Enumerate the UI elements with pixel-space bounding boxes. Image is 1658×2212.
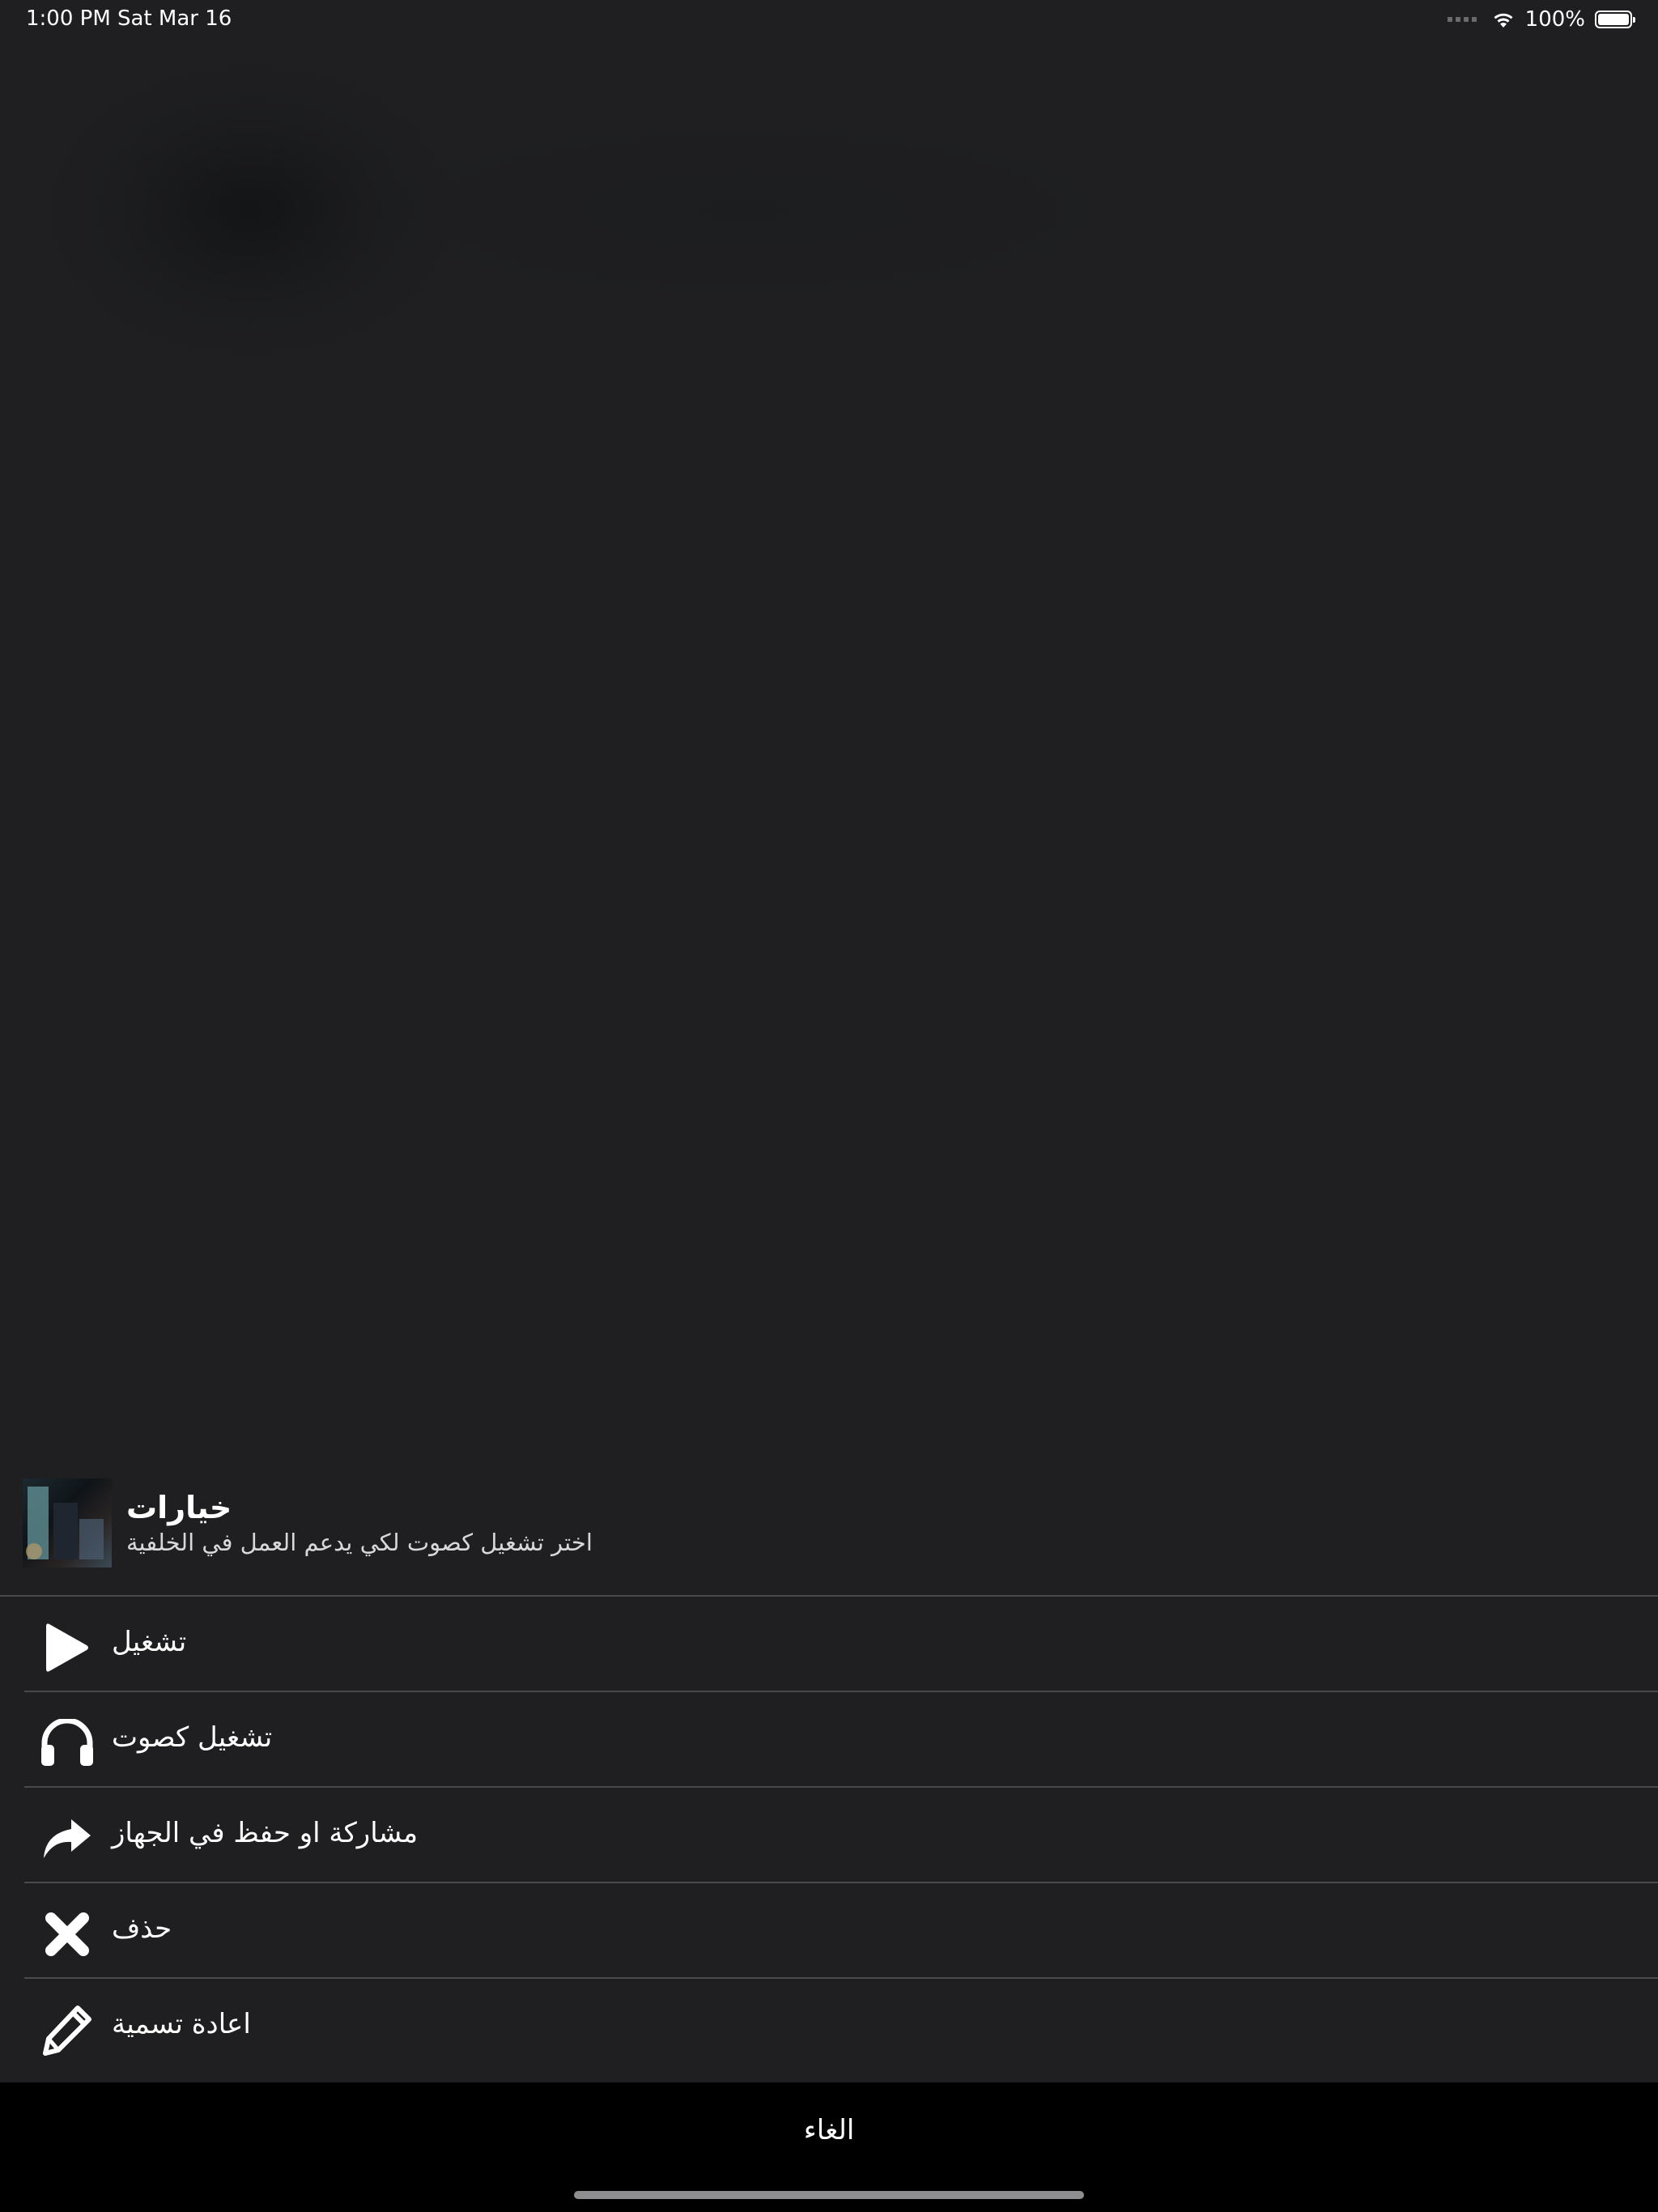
sheet-title: خيارات <box>126 1490 232 1525</box>
action-sheet-menu: تشغيل تشغيل كصوت مشاركة او حفظ في الجهاز <box>0 1597 1658 2074</box>
wifi-icon <box>1494 13 1513 28</box>
blurred-backdrop-secondary <box>340 113 1150 308</box>
cellular-signal-icon <box>1447 17 1477 22</box>
sheet-subtitle: اختر تشغيل كصوت لكي يدعم العمل في الخلفي… <box>126 1529 593 1556</box>
menu-item-label: حذف <box>112 1912 172 1945</box>
battery-level-fill <box>1598 14 1629 25</box>
status-time: 1:00 PM Sat Mar 16 <box>26 6 232 31</box>
cancel-area: الغاء <box>0 2082 1658 2212</box>
cancel-button[interactable]: الغاء <box>708 2102 950 2159</box>
menu-item-play[interactable]: تشغيل <box>0 1597 1658 1692</box>
status-bar: 1:00 PM Sat Mar 16 100% <box>0 0 1658 39</box>
menu-item-label: تشغيل كصوت <box>112 1721 273 1754</box>
action-sheet-header: خيارات اختر تشغيل كصوت لكي يدعم العمل في… <box>0 1472 1658 1597</box>
play-icon <box>37 1621 97 1674</box>
headphones-icon <box>37 1716 97 1770</box>
video-thumbnail <box>23 1478 112 1568</box>
share-icon <box>37 1812 97 1865</box>
menu-item-play-as-audio[interactable]: تشغيل كصوت <box>0 1692 1658 1788</box>
pencil-icon <box>37 2003 97 2057</box>
home-indicator[interactable] <box>574 2191 1084 2199</box>
battery-percentage: 100% <box>1524 7 1585 32</box>
menu-item-label: تشغيل <box>112 1626 187 1658</box>
battery-icon <box>1595 11 1635 28</box>
menu-item-label: مشاركة او حفظ في الجهاز <box>112 1817 419 1849</box>
menu-item-rename[interactable]: اعادة تسمية <box>0 1979 1658 2074</box>
status-indicators: 100% <box>1447 6 1635 32</box>
menu-item-label: اعادة تسمية <box>112 2008 251 2040</box>
close-icon <box>37 1908 97 1961</box>
menu-item-share-or-save[interactable]: مشاركة او حفظ في الجهاز <box>0 1788 1658 1883</box>
menu-item-delete[interactable]: حذف <box>0 1883 1658 1979</box>
